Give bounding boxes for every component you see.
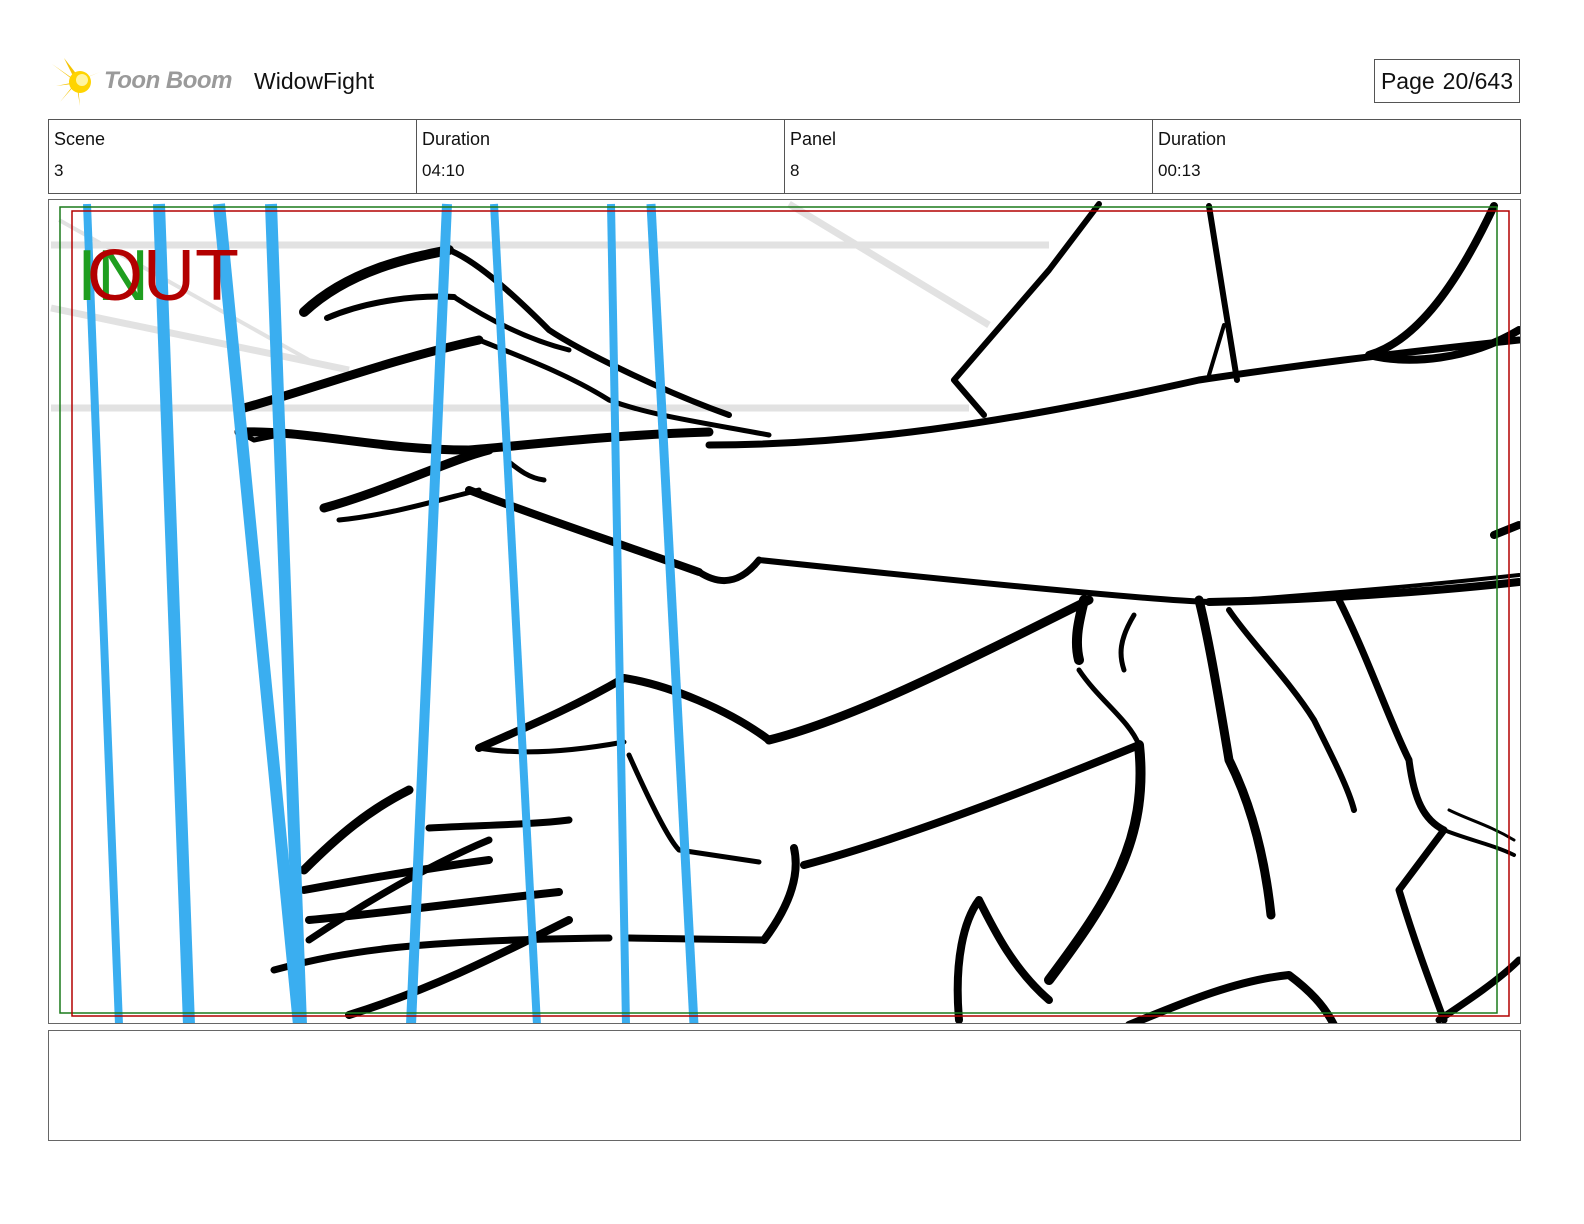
page-indicator: Page 20/643 (1374, 59, 1520, 103)
toon-boom-logo: Toon Boom (50, 56, 240, 108)
panel-cell: Panel 8 (785, 120, 1153, 193)
panel-duration-cell: Duration 00:13 (1153, 120, 1520, 193)
scene-duration-value: 04:10 (422, 161, 465, 180)
out-marker: OUT (87, 236, 239, 316)
scene-cell: Scene 3 (49, 120, 417, 193)
scene-label: Scene (54, 129, 106, 149)
project-title: WidowFight (254, 68, 375, 94)
scene-duration-label: Duration (422, 129, 491, 149)
panel-duration-value: 00:13 (1158, 161, 1201, 180)
panel-sketch: IN OUT (50, 201, 1520, 1023)
lower-hand-ink (270, 595, 1520, 1023)
scene-duration-cell: Duration 04:10 (417, 120, 785, 193)
scene-info-table: Scene 3 Duration 04:10 Panel 8 Duration … (48, 119, 1521, 194)
string-lines (83, 203, 699, 1023)
logo-text: Toon Boom (104, 67, 232, 94)
sun-burst-icon (52, 58, 100, 106)
page-label: Page (1380, 67, 1435, 94)
scene-value: 3 (54, 161, 64, 180)
storyboard-panel: IN OUT (48, 199, 1521, 1024)
panel-notes-box[interactable] (48, 1030, 1521, 1141)
panel-label: Panel (790, 129, 837, 149)
panel-duration-label: Duration (1158, 129, 1227, 149)
panel-value: 8 (790, 161, 800, 180)
page-number: 20/643 (1442, 67, 1514, 94)
